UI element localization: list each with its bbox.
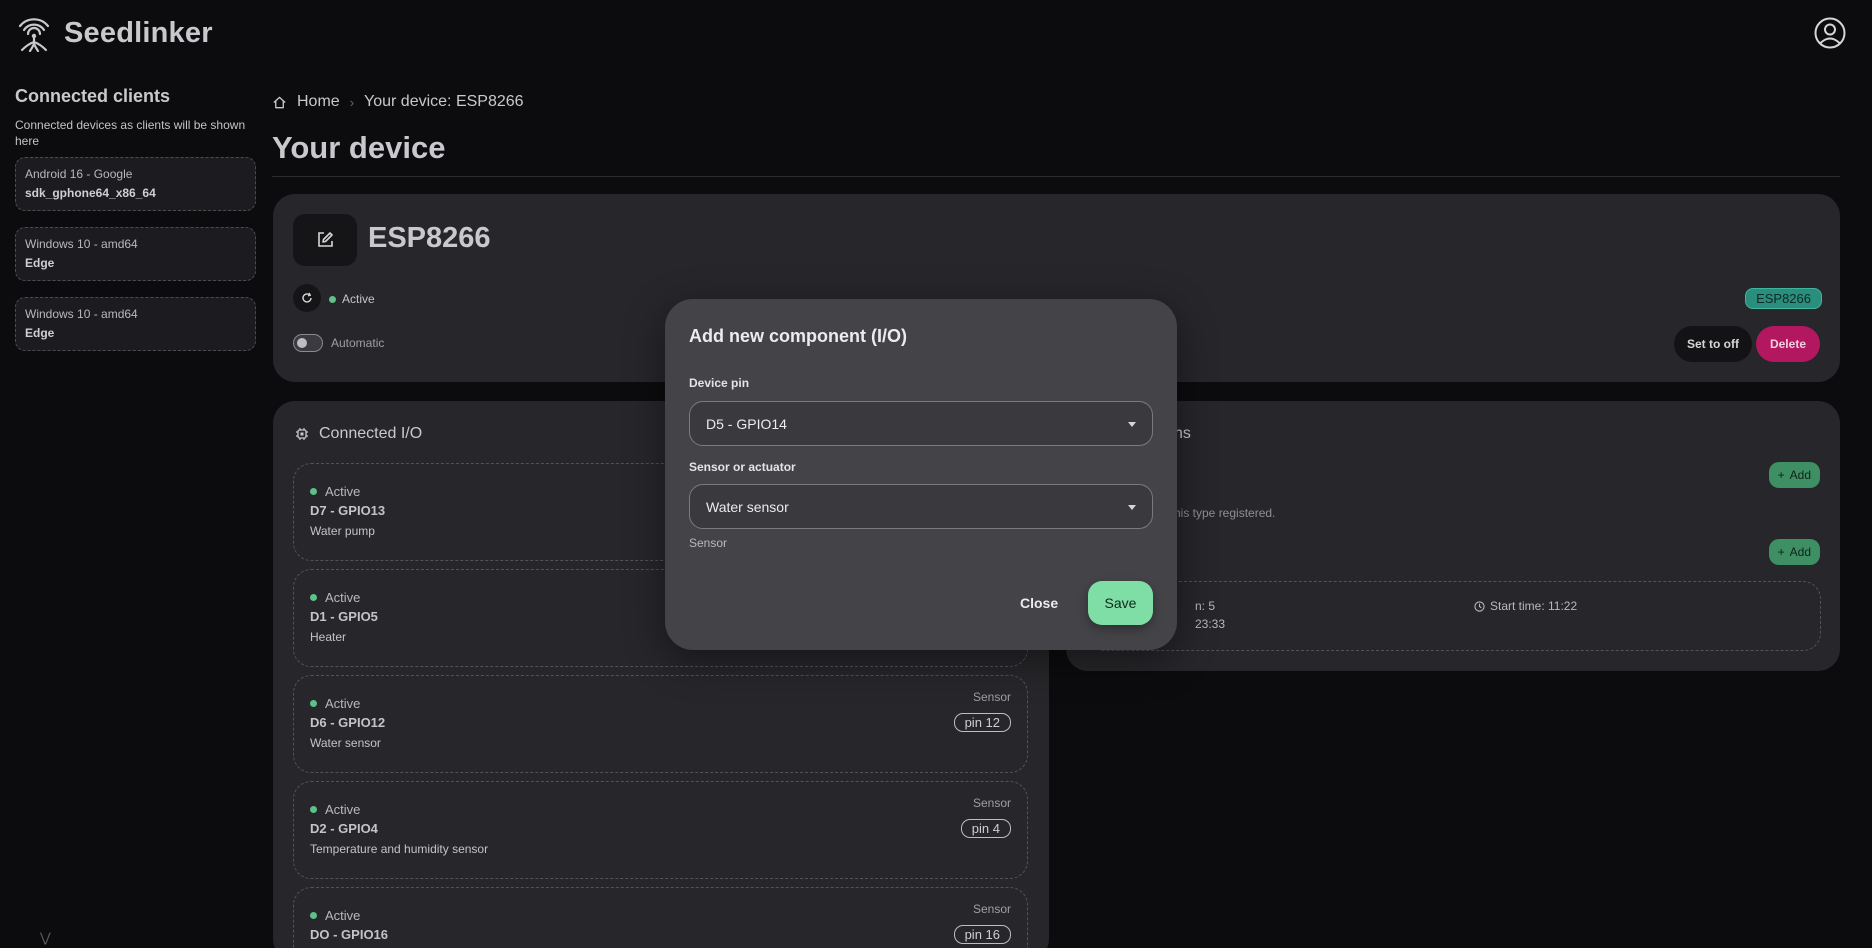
chevron-down-icon xyxy=(1128,422,1136,427)
io-kind: Sensor xyxy=(972,796,1011,810)
io-pin: D6 - GPIO12 xyxy=(310,715,386,730)
io-kind: Sensor xyxy=(972,902,1011,916)
sidebar-title: Connected clients xyxy=(15,86,171,106)
plus-icon: + xyxy=(1777,468,1785,482)
top-bar: Seedlinker xyxy=(0,0,1872,66)
chevron-down-icon xyxy=(1128,505,1136,510)
delete-button[interactable]: Delete xyxy=(1755,326,1820,362)
plus-icon: + xyxy=(1777,545,1785,559)
home-icon[interactable] xyxy=(272,95,287,110)
status-dot xyxy=(310,488,317,495)
connected-io-header: Connected I/O xyxy=(295,425,422,443)
io-item[interactable]: Active D2 - GPIO4 Temperature and humidi… xyxy=(293,781,1028,879)
io-pin: D2 - GPIO4 xyxy=(310,821,378,836)
account-icon[interactable] xyxy=(1814,17,1846,49)
set-off-button[interactable]: Set to off xyxy=(1674,326,1752,362)
io-item[interactable]: Active D6 - GPIO12 Water sensor Sensor p… xyxy=(293,675,1028,773)
pin-badge: pin 4 xyxy=(960,819,1011,838)
device-name: ESP8266 xyxy=(368,222,491,254)
status-dot xyxy=(310,806,317,813)
client-name: Edge xyxy=(25,326,55,340)
io-status-label: Active xyxy=(325,908,361,923)
component-type-helper: Sensor xyxy=(689,536,728,550)
io-pin: DO - GPIO16 xyxy=(310,927,389,942)
page-title: Your device xyxy=(272,130,446,165)
device-chip-badge: ESP8266 xyxy=(1745,288,1822,309)
status-dot xyxy=(310,912,317,919)
io-item[interactable]: Active DO - GPIO16 Sensor pin 16 xyxy=(293,887,1028,948)
io-description: Temperature and humidity sensor xyxy=(310,842,489,856)
breadcrumb-separator: › xyxy=(349,94,355,110)
io-status: Active xyxy=(310,802,1011,817)
add-button[interactable]: + Add xyxy=(1768,539,1820,565)
component-type-select[interactable]: Water sensor xyxy=(689,484,1153,529)
client-name: Edge xyxy=(25,256,55,270)
status-dot xyxy=(310,594,317,601)
sidebar-hint: Connected devices as clients will be sho… xyxy=(15,118,246,148)
add-button[interactable]: + Add xyxy=(1768,462,1820,488)
close-button[interactable]: Close xyxy=(1020,595,1058,611)
client-card[interactable]: Windows 10 - amd64 Edge xyxy=(15,227,256,281)
toggle-knob xyxy=(297,338,307,348)
component-type-label: Sensor or actuator xyxy=(689,460,796,474)
automatic-toggle-row: Automatic xyxy=(293,334,384,352)
schedule-detail: 23:33 xyxy=(1195,617,1226,631)
device-status-label: Active xyxy=(342,292,375,306)
client-card[interactable]: Android 16 - Google sdk_gphone64_x86_64 xyxy=(15,157,256,211)
refresh-button[interactable] xyxy=(293,284,321,312)
app-name: Seedlinker xyxy=(64,16,213,49)
breadcrumb-home[interactable]: Home xyxy=(297,93,340,111)
device-pin-select[interactable]: D5 - GPIO14 xyxy=(689,401,1153,446)
connected-io-title: Connected I/O xyxy=(319,425,423,442)
modal-title: Add new component (I/O) xyxy=(689,326,907,346)
io-status-label: Active xyxy=(325,590,361,605)
client-card[interactable]: Windows 10 - amd64 Edge xyxy=(15,297,256,351)
io-status: Active xyxy=(310,908,1011,923)
client-os: Windows 10 - amd64 xyxy=(25,237,138,251)
automatic-toggle[interactable] xyxy=(293,334,323,352)
io-status-label: Active xyxy=(325,802,361,817)
schedule-detail: n: 5 xyxy=(1195,599,1216,613)
io-status-label: Active xyxy=(325,484,361,499)
status-dot xyxy=(310,700,317,707)
schedule-start-label: Start time: 11:22 xyxy=(1490,599,1578,613)
client-name: sdk_gphone64_x86_64 xyxy=(25,186,156,200)
pin-badge: pin 16 xyxy=(953,925,1011,944)
io-kind: Sensor xyxy=(972,690,1011,704)
automatic-label: Automatic xyxy=(331,336,385,350)
save-button[interactable]: Save xyxy=(1088,581,1153,625)
clock-icon xyxy=(1474,600,1485,612)
component-type-value: Water sensor xyxy=(706,498,789,515)
divider xyxy=(272,176,1840,177)
chip-icon xyxy=(296,428,308,440)
device-pin-label: Device pin xyxy=(689,376,750,390)
device-pin-value: D5 - GPIO14 xyxy=(706,415,787,432)
io-description: Water sensor xyxy=(310,736,381,750)
chevron-down-icon[interactable]: ⋁ xyxy=(40,930,51,946)
client-os: Windows 10 - amd64 xyxy=(25,307,138,321)
io-status-label: Active xyxy=(325,696,361,711)
add-label: Add xyxy=(1789,545,1811,559)
app-logo[interactable]: Seedlinker xyxy=(16,14,213,52)
seedlinker-logo-icon xyxy=(18,18,50,52)
add-label: Add xyxy=(1789,468,1811,482)
schedule-start: Start time: 11:22 xyxy=(1474,599,1577,613)
sidebar: Connected clients Connected devices as c… xyxy=(15,86,257,367)
edit-icon xyxy=(318,232,333,247)
schedule-item[interactable]: n: 5 23:33 Start time: 11:22 xyxy=(1086,581,1821,651)
client-os: Android 16 - Google xyxy=(25,167,133,181)
edit-device-button[interactable] xyxy=(293,214,357,266)
add-component-modal: Add new component (I/O) Device pin D5 - … xyxy=(665,299,1177,650)
breadcrumb-current: Your device: ESP8266 xyxy=(364,93,524,110)
status-dot xyxy=(329,295,336,303)
breadcrumb: Home › Your device: ESP8266 xyxy=(272,93,524,111)
io-status: Active xyxy=(310,696,1011,711)
actions-panel: ns + Add his type registered. + Add n: 5… xyxy=(1066,401,1840,671)
empty-state-text: his type registered. xyxy=(1174,506,1276,520)
device-status: Active xyxy=(329,292,375,306)
refresh-icon xyxy=(302,292,312,303)
pin-badge: pin 12 xyxy=(953,713,1011,732)
